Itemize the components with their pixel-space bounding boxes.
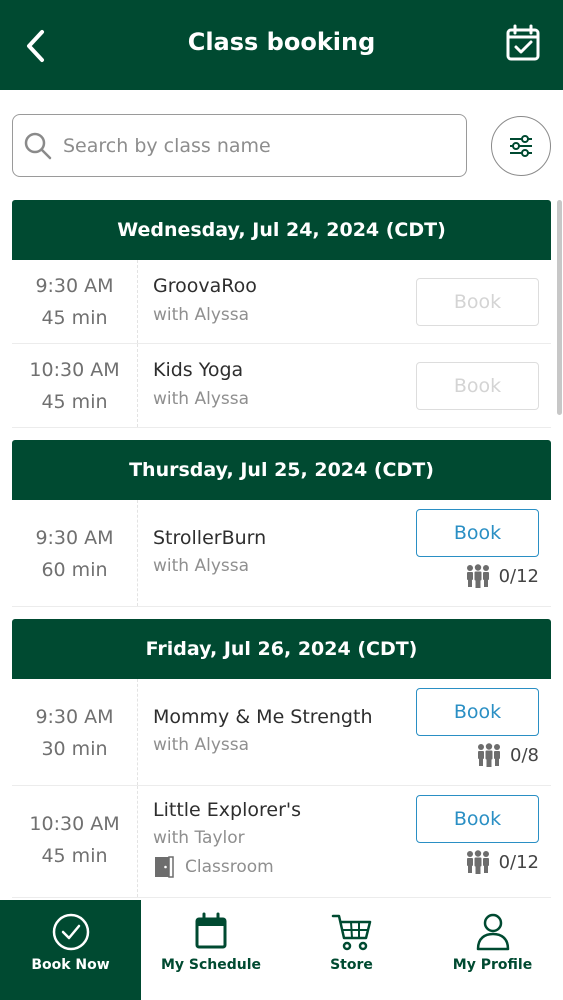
capacity-count: 0/12 [498,851,539,873]
class-time: 10:30 AM [29,359,120,381]
class-name[interactable]: GroovaRoo [153,275,257,297]
capacity-count: 0/8 [510,744,539,766]
tab-label: Store [330,957,373,973]
class-row: 10:30 AM 45 min Kids Yoga with Alyssa Bo… [12,344,551,428]
cart-icon [331,914,371,951]
book-button[interactable]: Book [416,278,539,326]
book-button[interactable]: Book [416,509,539,557]
tab-store[interactable]: Store [281,900,422,1000]
day-header: Thursday, Jul 25, 2024 (CDT) [12,440,551,500]
tab-my-schedule[interactable]: My Schedule [141,900,281,1000]
class-instructor: with Alyssa [153,305,250,325]
tab-my-profile[interactable]: My Profile [422,900,563,1000]
day-header: Wednesday, Jul 24, 2024 (CDT) [12,200,551,260]
calendar-icon [195,912,227,949]
class-duration: 45 min [41,391,108,413]
bottom-tab-bar: Book Now My Schedule Store My Profile [0,900,563,1000]
group-icon [466,564,489,588]
class-list: Wednesday, Jul 24, 2024 (CDT) 9:30 AM 45… [12,200,551,898]
top-app-bar: Class booking [0,0,563,90]
book-button[interactable]: Book [416,688,539,736]
tab-label: My Schedule [160,957,262,973]
search-box[interactable] [12,114,467,177]
book-button[interactable]: Book [416,795,539,843]
search-icon [24,132,52,160]
class-row: 9:30 AM 60 min StrollerBurn with Alyssa … [12,500,551,607]
time-column: 10:30 AM 45 min [12,786,138,897]
group-icon [478,743,501,767]
time-column: 9:30 AM 60 min [12,500,138,606]
class-time: 9:30 AM [35,527,114,549]
capacity: 0/12 [465,850,539,874]
class-name[interactable]: Kids Yoga [153,359,243,381]
class-instructor: with Alyssa [153,389,250,409]
search-row [0,90,563,200]
class-time: 9:30 AM [35,706,114,728]
location-label: Classroom [185,857,274,877]
class-row: 9:30 AM 30 min Mommy & Me Strength with … [12,679,551,786]
sliders-icon [510,135,532,157]
search-input[interactable] [63,127,458,165]
time-column: 9:30 AM 45 min [12,260,138,343]
class-instructor: with Taylor [153,828,245,848]
class-row: 9:30 AM 45 min GroovaRoo with Alyssa Boo… [12,260,551,344]
class-location: Classroom [153,856,274,878]
capacity: 0/12 [465,564,539,588]
class-time: 10:30 AM [29,813,120,835]
book-button[interactable]: Book [416,362,539,410]
time-column: 10:30 AM 45 min [12,344,138,427]
calendar-check-icon[interactable] [505,24,541,62]
user-icon [476,913,509,951]
tab-label: Book Now [31,957,110,973]
class-duration: 45 min [41,845,108,867]
filter-button[interactable] [491,116,551,176]
tab-book-now[interactable]: Book Now [0,900,141,1000]
scrollbar[interactable] [557,200,562,415]
class-name[interactable]: Little Explorer's [153,799,301,821]
class-time: 9:30 AM [35,275,114,297]
door-icon [155,856,174,878]
time-column: 9:30 AM 30 min [12,679,138,785]
class-duration: 60 min [41,559,108,581]
class-name[interactable]: StrollerBurn [153,527,266,549]
page-title: Class booking [187,28,376,56]
capacity: 0/8 [476,743,539,767]
tab-label: My Profile [452,957,533,973]
class-duration: 30 min [41,738,108,760]
day-header: Friday, Jul 26, 2024 (CDT) [12,619,551,679]
class-instructor: with Alyssa [153,735,250,755]
class-duration: 45 min [41,307,108,329]
capacity-count: 0/12 [498,565,539,587]
group-icon [466,850,489,874]
check-circle-icon [52,913,89,951]
class-name[interactable]: Mommy & Me Strength [153,706,372,728]
class-instructor: with Alyssa [153,556,250,576]
class-row: 10:30 AM 45 min Little Explorer's with T… [12,786,551,898]
